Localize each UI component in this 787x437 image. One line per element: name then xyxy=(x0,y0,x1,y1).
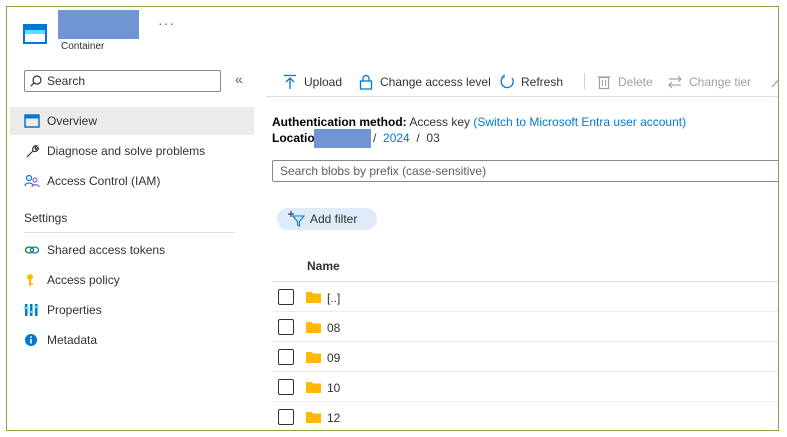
edit-icon[interactable] xyxy=(770,75,779,89)
main-content: Upload Change access level Refresh Delet… xyxy=(266,65,779,430)
folder-icon xyxy=(306,412,321,423)
settings-section-header: Settings xyxy=(24,211,68,225)
row-checkbox[interactable] xyxy=(278,319,294,335)
auth-label: Authentication method: xyxy=(272,115,407,129)
sidebar-item-label: Metadata xyxy=(47,333,98,347)
wrench-icon xyxy=(26,145,39,158)
upload-icon xyxy=(284,74,296,89)
change-tier-label: Change tier xyxy=(689,75,752,89)
row-checkbox[interactable] xyxy=(278,349,294,365)
auth-value: Access key xyxy=(409,115,471,129)
settings-divider xyxy=(24,232,235,233)
refresh-icon xyxy=(500,74,514,89)
sidebar-search-input[interactable] xyxy=(47,73,217,89)
row-name[interactable]: [..] xyxy=(327,291,340,305)
table-row[interactable]: 10 xyxy=(272,372,778,402)
upload-label: Upload xyxy=(304,75,343,89)
sidebar-item-label: Diagnose and solve problems xyxy=(47,144,206,158)
overview-icon xyxy=(24,114,40,128)
upload-button[interactable]: Upload xyxy=(282,73,342,91)
sidebar-item-overview[interactable]: Overview xyxy=(10,107,254,135)
search-icon xyxy=(30,75,42,87)
sidebar-item-access-policy[interactable]: Access policy xyxy=(10,266,254,294)
row-name[interactable]: 09 xyxy=(327,351,340,365)
redacted-container-name xyxy=(58,10,139,39)
add-filter-button[interactable]: Add filter xyxy=(277,208,377,230)
path-separator: / xyxy=(373,131,377,145)
blob-search-box[interactable] xyxy=(272,160,778,182)
properties-icon xyxy=(24,304,39,316)
more-options-button[interactable]: ··· xyxy=(158,15,175,31)
switch-auth-link[interactable]: (Switch to Microsoft Entra user account) xyxy=(473,115,686,129)
add-filter-label: Add filter xyxy=(310,212,358,226)
row-name[interactable]: 10 xyxy=(327,381,340,395)
swap-arrows-icon xyxy=(668,75,682,89)
change-tier-button[interactable]: Change tier xyxy=(667,73,751,91)
sidebar-item-label: Access Control (IAM) xyxy=(47,174,161,188)
table-row[interactable]: [..] xyxy=(272,282,778,312)
path-segment-year[interactable]: 2024 xyxy=(383,131,410,145)
delete-button[interactable]: Delete xyxy=(596,73,653,91)
lock-icon xyxy=(359,74,373,90)
redacted-location-segment xyxy=(314,129,371,148)
command-bar: Upload Change access level Refresh Delet… xyxy=(266,65,779,97)
collapse-sidebar-button[interactable]: « xyxy=(235,71,243,87)
sidebar-item-label: Properties xyxy=(47,303,102,317)
container-icon xyxy=(23,24,47,44)
folder-icon xyxy=(306,322,321,333)
row-name[interactable]: 08 xyxy=(327,321,340,335)
table-row[interactable]: 08 xyxy=(272,312,778,342)
people-icon xyxy=(24,174,40,188)
sidebar-item-properties[interactable]: Properties xyxy=(10,296,254,324)
sidebar: « Overview Diagnose and solve problems A… xyxy=(7,65,255,430)
table-row[interactable]: 12 xyxy=(272,402,778,430)
key-icon xyxy=(27,274,33,286)
trash-icon xyxy=(597,76,611,90)
refresh-label: Refresh xyxy=(521,75,564,89)
folder-icon xyxy=(306,352,321,363)
link-icon xyxy=(24,246,40,254)
resource-header: ··· Container xyxy=(7,7,778,65)
location-label: Locatio xyxy=(272,131,315,145)
authentication-method: Authentication method: Access key (Switc… xyxy=(272,115,686,129)
change-access-level-button[interactable]: Change access level xyxy=(358,73,491,91)
folder-icon xyxy=(306,292,321,303)
sidebar-item-label: Access policy xyxy=(47,273,120,287)
resource-type-label: Container xyxy=(61,41,105,52)
delete-label: Delete xyxy=(618,75,653,89)
path-segment-month: 03 xyxy=(426,131,440,145)
add-filter-icon xyxy=(288,211,305,227)
location-label-row: Locatio xyxy=(272,131,315,145)
refresh-button[interactable]: Refresh xyxy=(499,73,563,91)
row-checkbox[interactable] xyxy=(278,379,294,395)
column-header-name[interactable]: Name xyxy=(307,259,340,273)
change-access-level-label: Change access level xyxy=(380,75,491,89)
row-checkbox[interactable] xyxy=(278,409,294,425)
sidebar-item-label: Shared access tokens xyxy=(47,243,166,257)
sidebar-item-label: Overview xyxy=(47,114,98,128)
sidebar-item-metadata[interactable]: Metadata xyxy=(10,326,254,354)
info-icon xyxy=(25,334,37,346)
folder-icon xyxy=(306,382,321,393)
sidebar-item-diagnose[interactable]: Diagnose and solve problems xyxy=(10,137,254,165)
row-name[interactable]: 12 xyxy=(327,411,340,425)
blob-search-input[interactable] xyxy=(280,163,760,179)
toolbar-divider xyxy=(584,73,585,89)
path-separator: / xyxy=(416,131,420,145)
table-row[interactable]: 09 xyxy=(272,342,778,372)
location-path: / 2024 / 03 xyxy=(373,131,440,145)
sidebar-item-access-control[interactable]: Access Control (IAM) xyxy=(10,167,254,195)
sidebar-item-shared-access-tokens[interactable]: Shared access tokens xyxy=(10,236,254,264)
portal-frame: ··· Container « Overview Diagnose and so… xyxy=(6,6,779,431)
sidebar-search[interactable] xyxy=(24,70,221,92)
row-checkbox[interactable] xyxy=(278,289,294,305)
